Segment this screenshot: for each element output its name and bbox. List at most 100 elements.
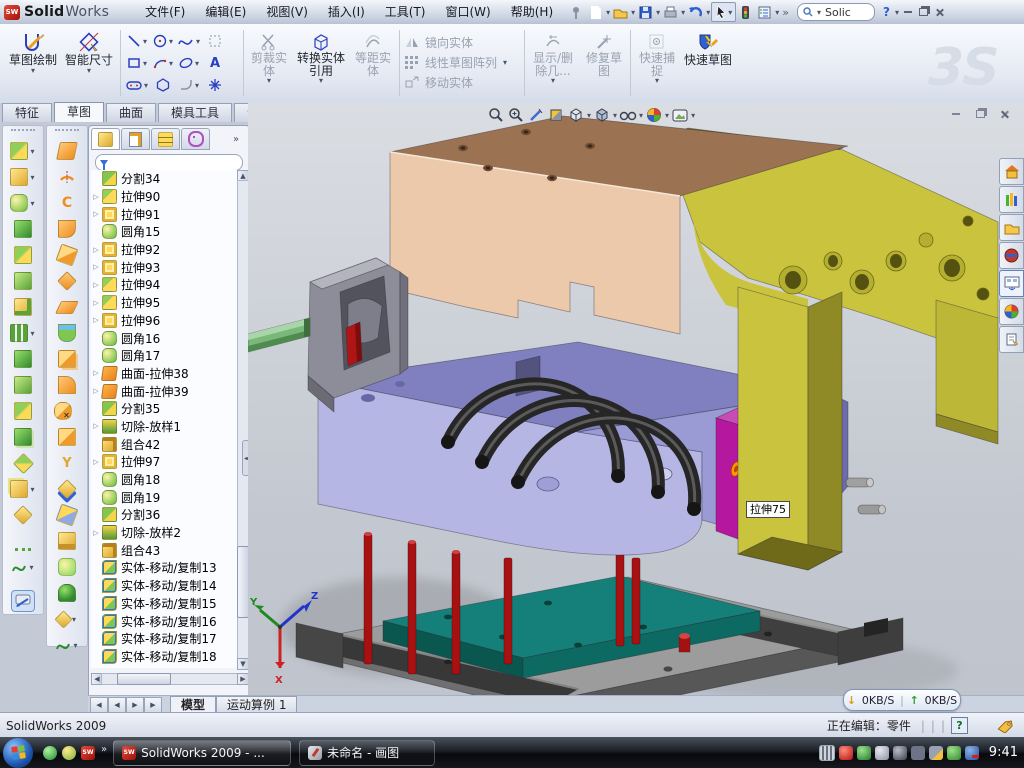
appearances-sphere-icon[interactable]	[999, 298, 1024, 325]
line-tool[interactable]: ▾	[124, 30, 150, 52]
fillet-dropdown[interactable]: ▾	[195, 81, 199, 90]
scene-icon[interactable]	[670, 106, 690, 124]
tree-item-extrude93[interactable]: ▷拉伸93	[91, 258, 237, 276]
chamfer-button[interactable]	[3, 502, 43, 528]
display-style-dropdown[interactable]: ▾	[587, 111, 591, 120]
hole-wizard-button[interactable]	[3, 294, 43, 320]
delete-face-button[interactable]: ✕	[47, 398, 87, 424]
view-palette-icon[interactable]	[999, 270, 1024, 297]
options-dropdown[interactable]: ▾	[775, 8, 779, 17]
sync-blocked-icon[interactable]	[965, 746, 979, 760]
section-view-icon[interactable]	[546, 106, 566, 124]
tree-item-cutloft2[interactable]: ▷切除-放样2	[91, 524, 237, 542]
tree-item-movecopy18[interactable]: 实体-移动/复制18	[91, 648, 237, 666]
design-library-icon[interactable]	[999, 186, 1024, 213]
smart-dimension-dropdown[interactable]: ▾	[87, 67, 91, 75]
tree-item-extrude97[interactable]: ▷拉伸97	[91, 453, 237, 471]
sketch-button[interactable]: 草图绘制 ▾	[6, 26, 60, 75]
spline-dropdown[interactable]: ▾	[196, 37, 200, 46]
tab-sketch[interactable]: 草图	[54, 102, 104, 122]
extended-surface-button[interactable]	[47, 216, 87, 242]
spline-curve-button[interactable]: ▾	[3, 554, 43, 580]
tree-item-movecopy16[interactable]: 实体-移动/复制16	[91, 612, 237, 630]
tree-item-combine42[interactable]: 组合42	[91, 435, 237, 453]
hide-show-items-icon[interactable]	[618, 106, 638, 124]
trim-entities-button[interactable]: 剪裁实体 ▾	[246, 28, 292, 86]
open-icon[interactable]	[612, 4, 629, 21]
curve-button[interactable]	[3, 528, 43, 554]
circle-dropdown[interactable]: ▾	[169, 37, 173, 46]
rebuild-traffic-light-icon[interactable]	[737, 4, 754, 21]
panel-overflow[interactable]: »	[233, 134, 239, 145]
undo-icon[interactable]	[687, 4, 704, 21]
ellipse-tool[interactable]: ▾	[176, 52, 202, 74]
tree-item-extrude96[interactable]: ▷拉伸96	[91, 312, 237, 330]
tree-item-extrude95[interactable]: ▷拉伸95	[91, 294, 237, 312]
start-button[interactable]	[3, 738, 33, 768]
repair-sketch-button[interactable]: 修复草图	[582, 28, 626, 77]
replace-face-button[interactable]	[47, 424, 87, 450]
menu-edit[interactable]: 编辑(E)	[195, 1, 256, 23]
line-dropdown[interactable]: ▾	[143, 37, 147, 46]
sketch-dropdown[interactable]: ▾	[31, 67, 35, 75]
search-box[interactable]: ▾ Solic	[797, 3, 875, 21]
swept-boss-button[interactable]	[3, 216, 43, 242]
tree-item-fillet15[interactable]: 圆角15	[91, 223, 237, 241]
tab-features[interactable]: 特征	[2, 103, 52, 122]
point-tool[interactable]	[202, 74, 228, 96]
tree-item-movecopy15[interactable]: 实体-移动/复制15	[91, 595, 237, 613]
quick-snaps-button[interactable]: 快速捕捉 ▾	[634, 28, 680, 86]
scene-dropdown[interactable]: ▾	[691, 111, 695, 120]
quicklaunch-messenger-icon[interactable]	[43, 746, 57, 760]
tree-item-fillet19[interactable]: 圆角19	[91, 488, 237, 506]
polygon-tool[interactable]	[150, 74, 176, 96]
mirror-entities-button[interactable]: 镜向实体	[404, 32, 508, 52]
tree-item-fillet17[interactable]: 圆角17	[91, 347, 237, 365]
tree-item-extrude92[interactable]: ▷拉伸92	[91, 241, 237, 259]
circle-tool[interactable]: ▾	[150, 30, 176, 52]
tooling-split-button[interactable]	[47, 554, 87, 580]
lofted-surface-button[interactable]	[47, 320, 87, 346]
view-orientation-dropdown[interactable]: ▾	[613, 111, 617, 120]
next-tab-button[interactable]: ▶	[126, 697, 144, 713]
tree-item-movecopy17[interactable]: 实体-移动/复制17	[91, 630, 237, 648]
quicklaunch-overflow[interactable]: »	[101, 744, 107, 755]
part-handle-rod[interactable]	[248, 318, 310, 352]
solidworks-resources-icon[interactable]	[999, 158, 1024, 185]
tab-mold-tools[interactable]: 模具工具	[158, 103, 232, 122]
tree-item-split35[interactable]: 分割35	[91, 400, 237, 418]
offset-surface-button[interactable]	[47, 346, 87, 372]
slot-dropdown[interactable]: ▾	[144, 81, 148, 90]
doc-restore-button[interactable]	[972, 107, 988, 121]
thicken-button[interactable]: Y	[47, 450, 87, 476]
sketch-text-tool[interactable]: A	[202, 52, 228, 74]
instant3d-button[interactable]	[3, 588, 43, 614]
undo-dropdown[interactable]: ▾	[706, 8, 710, 17]
security-alert-icon[interactable]	[839, 746, 853, 760]
combine-bodies-button[interactable]	[3, 424, 43, 450]
arc-dropdown[interactable]: ▾	[169, 59, 173, 68]
menu-insert[interactable]: 插入(I)	[318, 1, 375, 23]
linear-pattern-button[interactable]: 线性草图阵列 ▾	[404, 52, 508, 72]
tree-item-extrude91[interactable]: ▷拉伸91	[91, 205, 237, 223]
doc-minimize-button[interactable]	[948, 107, 964, 121]
display-delete-relations-button[interactable]: 显示/删除几... ▾	[528, 28, 578, 86]
rectangle-tool[interactable]: ▾	[124, 52, 150, 74]
convert-dropdown[interactable]: ▾	[319, 77, 323, 85]
search-dropdown[interactable]: ▾	[817, 8, 821, 17]
first-tab-button[interactable]: ◀	[90, 697, 108, 713]
boundary-boss-button[interactable]	[3, 242, 43, 268]
appearances-icon[interactable]	[644, 106, 664, 124]
move-entities-button[interactable]: 移动实体	[404, 72, 508, 92]
shut-off-surface-button[interactable]	[47, 528, 87, 554]
tree-item-combine43[interactable]: 组合43	[91, 541, 237, 559]
tree-item-extrude94[interactable]: ▷拉伸94	[91, 276, 237, 294]
toolbox-icon[interactable]	[999, 242, 1024, 269]
open-dropdown[interactable]: ▾	[631, 8, 635, 17]
sketch-fillet-tool[interactable]: ▾	[176, 74, 202, 96]
taskbar-button-paint[interactable]: 未命名 - 画图	[299, 740, 435, 766]
quicklaunch-solidworks-icon[interactable]: SW	[81, 746, 95, 760]
slot-tool[interactable]: ▾	[124, 74, 150, 96]
tree-item-fillet16[interactable]: 圆角16	[91, 329, 237, 347]
revolved-surface-button[interactable]	[47, 164, 87, 190]
